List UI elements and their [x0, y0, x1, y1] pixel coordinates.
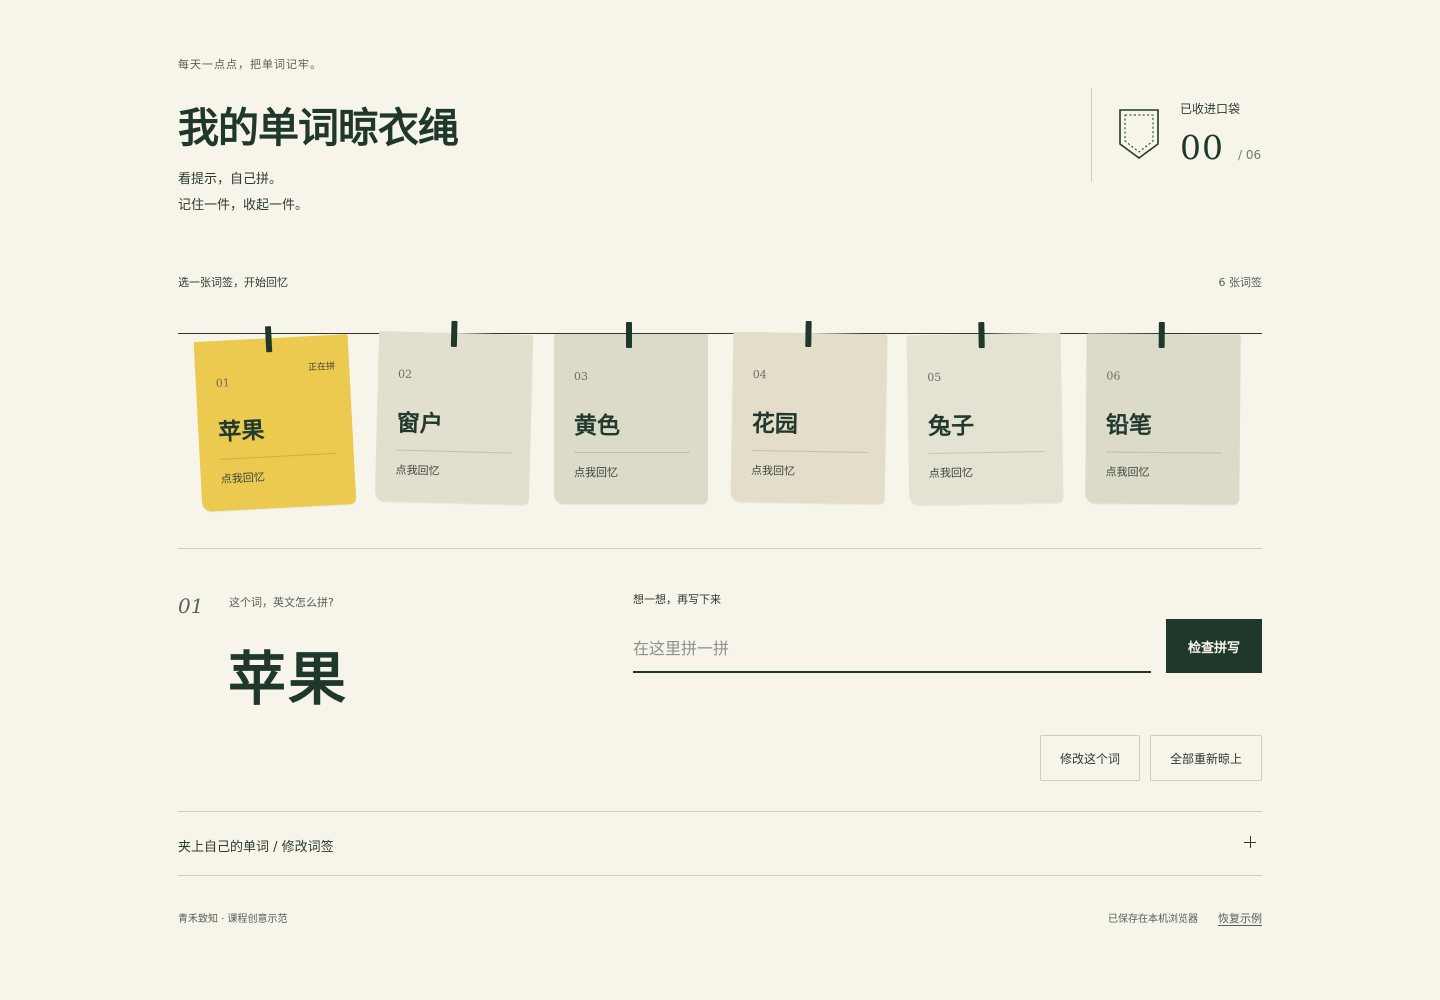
check-spelling-button[interactable]: 检查拼写 [1166, 619, 1262, 673]
page: 每天一点点，把单词记牢。 我的单词晾衣绳 看提示，自己拼。 记住一件，收起一件。… [178, 0, 1262, 1000]
subtitle-line-1: 看提示，自己拼。 [178, 172, 283, 187]
add-word-toggle[interactable]: 夹上自己的单词 / 修改词签 [178, 812, 1262, 876]
card-hint: 点我回忆 [220, 470, 266, 486]
word-card-pencil[interactable]: 06 铅笔 点我回忆 [1085, 321, 1241, 505]
spelling-input-label: 想一想，再写下来 [633, 593, 721, 606]
footer-saved-status: 已保存在本机浏览器 [1108, 914, 1198, 925]
word-card-garden[interactable]: 04 花园 点我回忆 [730, 320, 888, 505]
card-word: 窗户 [396, 410, 444, 438]
card-status: 正在拼 [307, 361, 336, 374]
card-word: 苹果 [217, 417, 266, 446]
card-hint: 点我回忆 [1105, 465, 1150, 479]
word-card-apple[interactable]: 正在拼 01 苹果 点我回忆 [193, 326, 357, 512]
subtitle-line-2: 记住一件，收起一件。 [178, 198, 309, 213]
quiz-number: 01 [178, 594, 204, 618]
card-divider [396, 449, 513, 454]
card-word: 兔子 [927, 413, 975, 440]
pocket-collected-count: 00 [1180, 128, 1224, 167]
clothespin-icon [264, 326, 273, 353]
card-divider [574, 452, 690, 453]
reset-all-button[interactable]: 全部重新晾上 [1150, 735, 1262, 781]
card-divider [751, 450, 868, 454]
card-number: 02 [397, 367, 413, 381]
card-divider [928, 450, 1045, 454]
plus-icon [1244, 836, 1256, 848]
spelling-input[interactable] [633, 626, 1151, 673]
card-number: 04 [752, 368, 767, 382]
clothespin-icon [450, 320, 458, 348]
clothespin-icon [805, 320, 812, 348]
tagline: 每天一点点，把单词记牢。 [178, 58, 322, 71]
card-divider [1105, 451, 1222, 454]
section-divider [178, 548, 1262, 549]
card-number: 06 [1106, 369, 1121, 383]
footer-credit: 青禾致知 · 课程创意示范 [178, 914, 288, 925]
clothespin-icon [626, 322, 632, 348]
card-hint: 点我回忆 [395, 463, 440, 478]
card-hint: 点我回忆 [928, 466, 974, 480]
card-count: 6 张词签 [1218, 276, 1263, 289]
card-word: 花园 [751, 411, 799, 438]
pocket-icon [1119, 109, 1159, 159]
card-number: 01 [215, 376, 231, 391]
edit-word-button[interactable]: 修改这个词 [1040, 735, 1140, 781]
word-card-window[interactable]: 02 窗户 点我回忆 [374, 320, 534, 505]
card-divider [219, 452, 336, 460]
section-divider [178, 875, 1262, 876]
restore-example-link[interactable]: 恢复示例 [1218, 910, 1262, 926]
quiz-word: 苹果 [228, 645, 349, 713]
pocket-total: / 06 [1238, 148, 1262, 162]
card-hint: 点我回忆 [574, 466, 618, 479]
pocket-label: 已收进口袋 [1180, 102, 1241, 116]
clothespin-icon [978, 321, 985, 349]
card-word: 黄色 [574, 413, 620, 439]
word-card-yellow[interactable]: 03 黄色 点我回忆 [554, 322, 708, 504]
card-word: 铅笔 [1105, 412, 1153, 439]
add-word-label: 夹上自己的单词 / 修改词签 [178, 840, 334, 855]
page-title: 我的单词晾衣绳 [178, 104, 459, 152]
word-card-rabbit[interactable]: 05 兔子 点我回忆 [906, 321, 1064, 506]
pocket-counter: 已收进口袋 00 / 06 [1091, 88, 1262, 182]
clothespin-icon [1158, 321, 1165, 349]
clothesline-prompt: 选一张词签，开始回忆 [178, 276, 288, 289]
card-hint: 点我回忆 [750, 463, 796, 478]
card-number: 03 [574, 370, 588, 383]
quiz-question: 这个词，英文怎么拼? [229, 596, 334, 609]
card-number: 05 [927, 370, 942, 385]
